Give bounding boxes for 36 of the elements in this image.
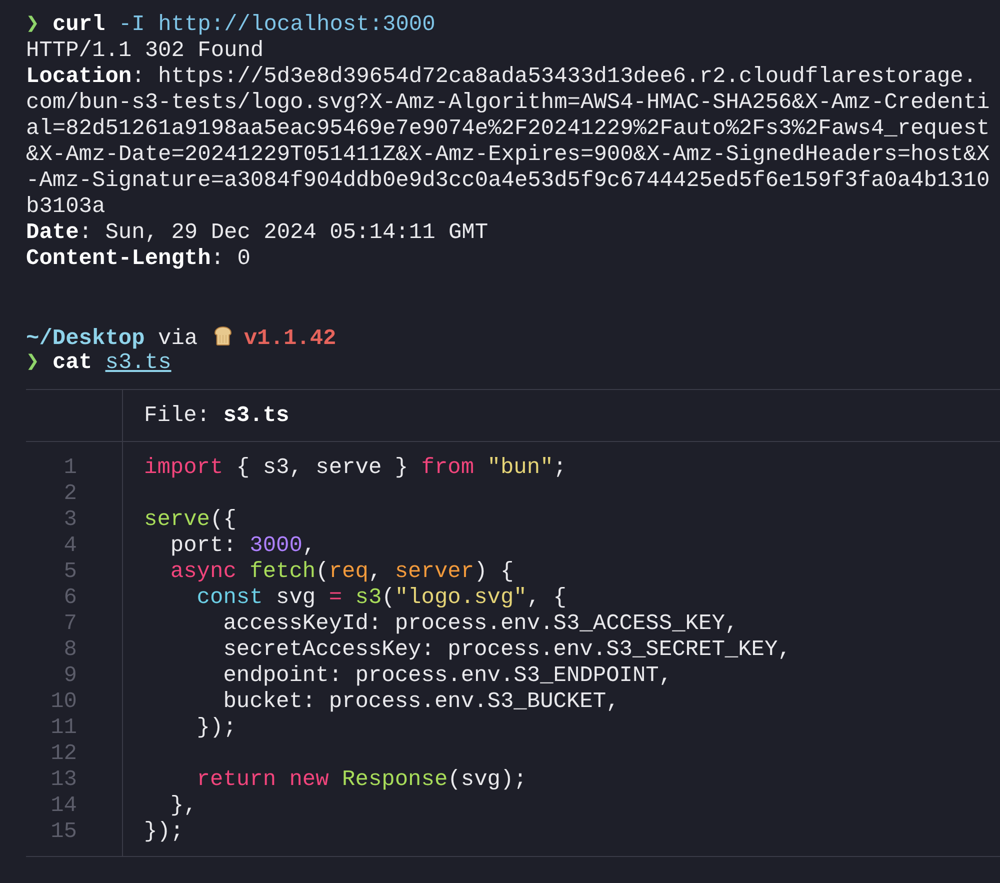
line-number: 8 bbox=[62, 637, 78, 663]
shell-prompt: ~/Desktop via v1.1.42 bbox=[26, 324, 338, 350]
line-number: 1 bbox=[62, 455, 78, 481]
code-line: }); bbox=[196, 715, 238, 741]
code-line: const svg = s3("logo.svg", { bbox=[196, 585, 568, 611]
code-line: accessKeyId: process.env.S3_ACCESS_KEY, bbox=[222, 611, 740, 637]
line-number: 5 bbox=[62, 559, 78, 585]
code-line: }, bbox=[169, 793, 198, 819]
response-header: Location: https://5d3e8d39654d72ca8ada53433d13dee6.r2.cloudflarestorage.com/bun-s3-tests/logo.svg?X-Amz-Algorithm=AWS4-HMAC-SHA256&X-Amz-Credential=82d51261a9198aa5eac95469e7e9074e%2F20241229%2Fauto%2Fs3%2Faws4_request&X-Amz-Date=20241229T051411Z&X-Amz-Expires=900&X-Amz-SignedHeaders=host&X-Amz-Signature=a3084f904ddb0e9d3cc0a4e53d5f9c6744425ed5f6e159f3fa0a4b1310b3103a bbox=[26, 64, 990, 220]
code-line: }); bbox=[144, 819, 185, 845]
status-line: HTTP/1.1 302 Found bbox=[26, 38, 265, 64]
code-line: bucket: process.env.S3_BUCKET, bbox=[222, 689, 620, 715]
line-number: 9 bbox=[62, 663, 78, 689]
line-number: 2 bbox=[62, 481, 78, 507]
code-line: secretAccessKey: process.env.S3_SECRET_KEY, bbox=[222, 637, 792, 663]
code-line: async fetch(req, server) { bbox=[169, 559, 515, 585]
code-line: import { s3, serve } from "bun"; bbox=[144, 455, 568, 481]
code-line: port: 3000, bbox=[169, 533, 317, 559]
command-line: ❯ cat s3.ts bbox=[26, 350, 172, 376]
file-header: File: s3.ts bbox=[143, 402, 290, 430]
line-number: 6 bbox=[62, 585, 78, 611]
line-number: 14 bbox=[50, 793, 78, 819]
line-number: 12 bbox=[50, 741, 78, 767]
line-number: 7 bbox=[62, 611, 78, 637]
code-line: serve({ bbox=[144, 507, 238, 533]
response-header: Content-Length: 0 bbox=[26, 246, 252, 272]
line-number: 10 bbox=[50, 689, 78, 715]
code-line: endpoint: process.env.S3_ENDPOINT, bbox=[222, 663, 674, 689]
code-line: return new Response(svg); bbox=[196, 767, 528, 793]
line-number: 11 bbox=[50, 715, 78, 741]
line-number: 13 bbox=[50, 767, 78, 793]
response-header: Date: Sun, 29 Dec 2024 05:14:11 GMT bbox=[26, 220, 490, 246]
command-line: ❯ curl -I http://localhost:3000 bbox=[26, 12, 436, 38]
line-number: 15 bbox=[50, 819, 78, 845]
line-number: 4 bbox=[62, 533, 78, 559]
line-number: 3 bbox=[62, 507, 78, 533]
